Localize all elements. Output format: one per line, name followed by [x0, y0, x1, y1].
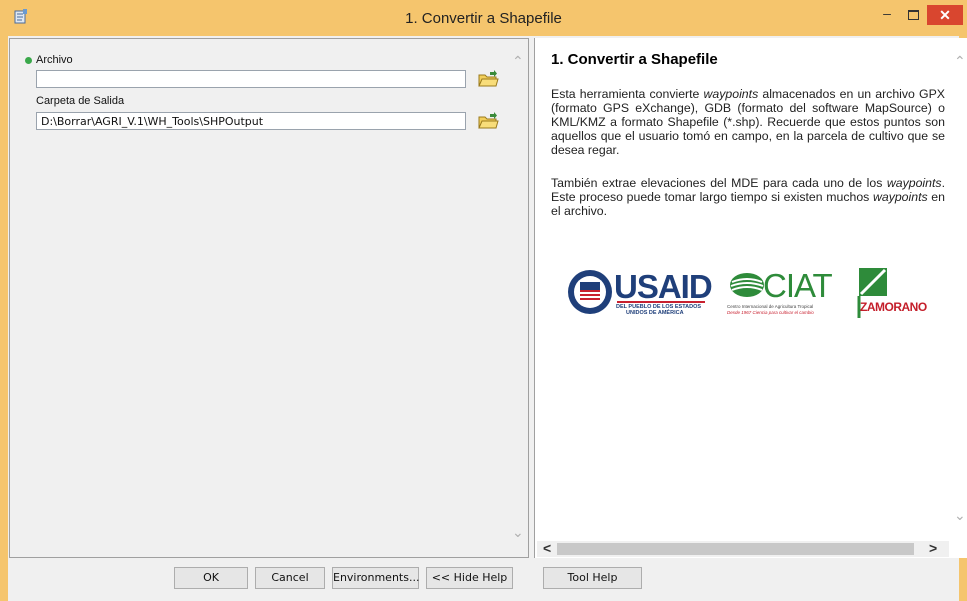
- browse-folder-icon[interactable]: [477, 111, 499, 131]
- hide-help-button[interactable]: << Hide Help: [426, 567, 513, 589]
- close-button[interactable]: ✕: [927, 5, 963, 25]
- help-paragraph-1: Esta herramienta convierte waypoints alm…: [551, 87, 945, 157]
- ok-button[interactable]: OK: [174, 567, 248, 589]
- scroll-right-icon[interactable]: >: [929, 540, 937, 556]
- usaid-subtitle-2: UNIDOS DE AMÉRICA: [626, 310, 684, 316]
- ciat-emblem-icon: [730, 273, 764, 297]
- ciat-subtitle-2: Desde 1967 Ciencia para cultivar el camb…: [727, 310, 814, 315]
- archivo-input[interactable]: [36, 70, 466, 88]
- usaid-seal-icon: [568, 270, 612, 314]
- browse-folder-icon[interactable]: [477, 69, 499, 89]
- scroll-up-icon[interactable]: ⌃: [512, 53, 524, 70]
- window-title: 1. Convertir a Shapefile: [405, 10, 562, 27]
- help-text-run: También extrae elevaciones del MDE para …: [551, 176, 887, 190]
- usaid-rule: [617, 301, 705, 303]
- help-scroll-down-icon[interactable]: ⌄: [954, 507, 966, 524]
- required-indicator-icon: [25, 57, 32, 64]
- ciat-wordmark: CIAT: [763, 267, 833, 304]
- carpeta-input[interactable]: D:\Borrar\AGRI_V.1\WH_Tools\SHPOutput: [36, 112, 466, 130]
- scroll-down-icon[interactable]: ⌄: [512, 524, 524, 541]
- help-title: 1. Convertir a Shapefile: [551, 51, 718, 68]
- scroll-left-icon[interactable]: <: [543, 540, 551, 556]
- tool-help-button[interactable]: Tool Help: [543, 567, 642, 589]
- minimize-button[interactable]: –: [875, 6, 899, 24]
- carpeta-label: Carpeta de Salida: [36, 95, 125, 107]
- maximize-button[interactable]: [901, 6, 925, 24]
- archivo-label: Archivo: [36, 54, 73, 66]
- help-italic-term: waypoints: [886, 176, 942, 190]
- zamorano-wordmark: ZAMORANO: [860, 300, 927, 314]
- help-paragraph-2: También extrae elevaciones del MDE para …: [551, 176, 945, 218]
- help-text-run: Esta herramienta convierte: [551, 87, 704, 101]
- title-bar[interactable]: 1. Convertir a Shapefile – ✕: [0, 0, 967, 36]
- help-italic-term: waypoints: [703, 87, 759, 101]
- help-scroll-up-icon[interactable]: ⌃: [954, 53, 966, 70]
- tool-dialog-window: 1. Convertir a Shapefile – ✕ ⌃ ⌄ Archivo…: [0, 0, 967, 601]
- ciat-subtitle-1: Centro Internacional de Agricultura Trop…: [727, 304, 814, 309]
- help-italic-term: waypoints: [872, 190, 928, 204]
- help-scroll-thumb[interactable]: [557, 543, 914, 555]
- cancel-button[interactable]: Cancel: [255, 567, 325, 589]
- environments-button[interactable]: Environments...: [332, 567, 419, 589]
